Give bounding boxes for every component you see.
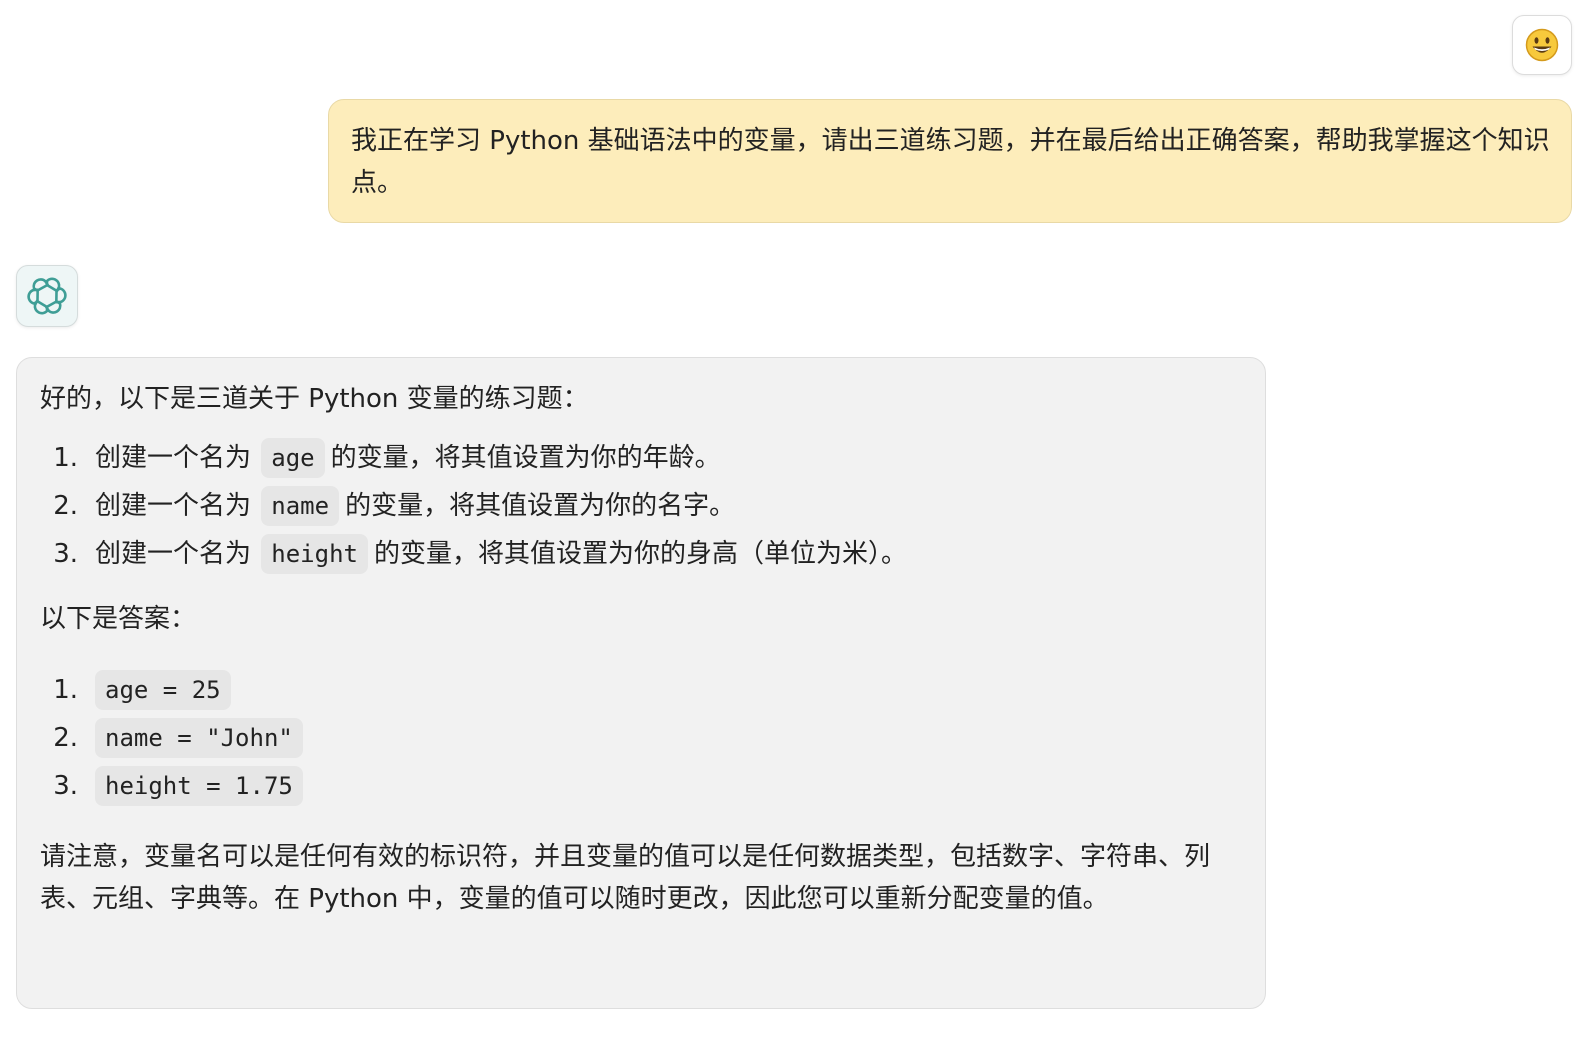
openai-logo-icon — [27, 277, 67, 315]
inline-code: name — [261, 486, 340, 526]
assistant-avatar — [16, 265, 78, 327]
list-number: 3. — [53, 771, 78, 801]
chat-view: 我正在学习 Python 基础语法中的变量，请出三道练习题，并在最后给出正确答案… — [0, 0, 1590, 1038]
question-prefix: 创建一个名为 — [95, 491, 252, 521]
question-suffix: 的变量，将其值设置为你的身高（单位为米）。 — [373, 539, 907, 569]
inline-code: height — [261, 534, 368, 574]
answer-item: 2. name = "John" — [40, 714, 1243, 762]
answer-item: 1. age = 25 — [40, 666, 1243, 714]
answers-label: 以下是答案： — [40, 604, 197, 634]
list-number: 2. — [53, 723, 78, 753]
questions-list: 1. 创建一个名为 age 的变量，将其值设置为你的年龄。 2. 创建一个名为 nam… — [40, 434, 1243, 578]
list-number: 1. — [53, 443, 78, 473]
list-number: 2. — [53, 491, 78, 521]
list-number: 1. — [53, 675, 78, 705]
question-item: 3. 创建一个名为 height 的变量，将其值设置为你的身高（单位为米）。 — [40, 530, 1243, 578]
question-item: 2. 创建一个名为 name 的变量，将其值设置为你的名字。 — [40, 482, 1243, 530]
question-suffix: 的变量，将其值设置为你的年龄。 — [330, 443, 721, 473]
assistant-intro-text: 好的，以下是三道关于 Python 变量的练习题： — [40, 384, 589, 414]
answer-item: 3. height = 1.75 — [40, 762, 1243, 810]
answer-code: name = "John" — [95, 718, 303, 758]
answer-code: age = 25 — [95, 670, 231, 710]
user-message-text: 我正在学习 Python 基础语法中的变量，请出三道练习题，并在最后给出正确答案… — [351, 126, 1550, 198]
smiley-face-icon — [1525, 28, 1559, 62]
assistant-note-text: 请注意，变量名可以是任何有效的标识符，并且变量的值可以是任何数据类型，包括数字、… — [40, 842, 1211, 914]
assistant-message-bubble: 好的，以下是三道关于 Python 变量的练习题： 1. 创建一个名为 age 的变… — [16, 357, 1266, 1009]
question-prefix: 创建一个名为 — [95, 443, 252, 473]
question-item: 1. 创建一个名为 age 的变量，将其值设置为你的年龄。 — [40, 434, 1243, 482]
user-avatar — [1512, 15, 1572, 75]
user-message-bubble: 我正在学习 Python 基础语法中的变量，请出三道练习题，并在最后给出正确答案… — [328, 99, 1572, 223]
list-number: 3. — [53, 539, 78, 569]
answer-code: height = 1.75 — [95, 766, 303, 806]
question-suffix: 的变量，将其值设置为你的名字。 — [345, 491, 736, 521]
inline-code: age — [261, 438, 325, 478]
question-prefix: 创建一个名为 — [95, 539, 252, 569]
answers-list: 1. age = 25 2. name = "John" 3. height = 1.… — [40, 666, 1243, 810]
